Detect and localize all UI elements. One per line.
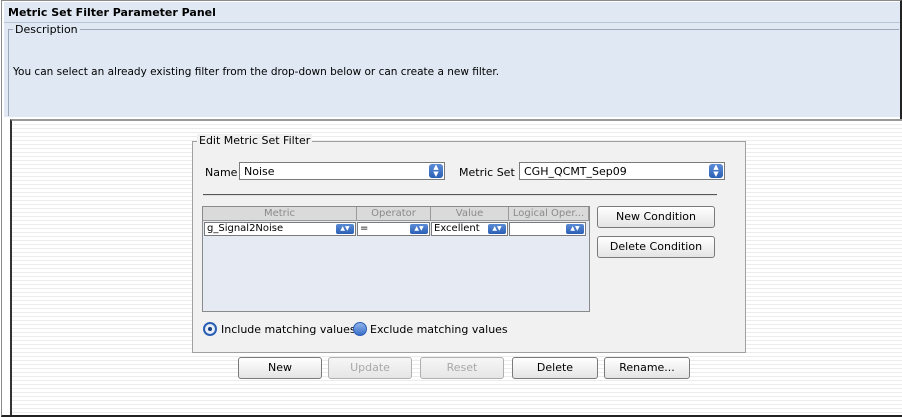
- exclude-matching-label[interactable]: Exclude matching values: [370, 323, 508, 336]
- delete-button[interactable]: Delete: [512, 357, 598, 379]
- update-button[interactable]: Update: [328, 357, 412, 379]
- description-group: Description You can select an already ex…: [8, 23, 899, 116]
- value-cell-dropdown[interactable]: Excellent ▲▼: [431, 222, 508, 236]
- conditions-table[interactable]: Metric Operator Value Logical Oper... g_…: [202, 206, 590, 312]
- parameter-panel: Metric Set Filter Parameter Panel Descri…: [1, 0, 902, 417]
- operator-cell-value: =: [360, 223, 369, 234]
- metric-set-dropdown-value: CGH_QCMT_Sep09: [524, 165, 627, 178]
- metric-set-dropdown[interactable]: CGH_QCMT_Sep09 ▲ ▼: [519, 162, 725, 180]
- metric-cell-value: g_Signal2Noise: [207, 223, 284, 234]
- chevron-updown-icon: ▲▼: [429, 164, 443, 178]
- description-legend: Description: [13, 23, 80, 36]
- column-header-logical-operator[interactable]: Logical Oper...: [509, 207, 589, 221]
- operator-cell-dropdown[interactable]: = ▲▼: [357, 222, 430, 236]
- metric-set-label: Metric Set: [459, 166, 515, 179]
- title-bar: Metric Set Filter Parameter Panel: [4, 2, 900, 23]
- column-header-metric[interactable]: Metric: [203, 207, 357, 221]
- name-label: Name: [205, 166, 238, 179]
- column-header-value[interactable]: Value: [431, 207, 509, 221]
- description-area: Description You can select an already ex…: [4, 23, 900, 117]
- value-cell-value: Excellent: [434, 223, 480, 234]
- edit-metric-set-filter-group: Edit Metric Set Filter Name Noise ▲ ▼ Met…: [192, 134, 746, 353]
- chevron-updown-icon: ▲▼: [709, 164, 723, 178]
- delete-condition-button[interactable]: Delete Condition: [597, 236, 715, 258]
- filter-editor-area: Edit Metric Set Filter Name Noise ▲ ▼ Met…: [10, 119, 902, 415]
- chevron-updown-icon: ▲▼: [336, 224, 354, 234]
- description-text: You can select an already existing filte…: [13, 66, 500, 78]
- chevron-updown-icon: ▲▼: [566, 224, 584, 234]
- edit-filter-legend: Edit Metric Set Filter: [197, 134, 313, 147]
- logical-operator-cell-dropdown[interactable]: ▲▼: [509, 222, 586, 236]
- name-dropdown-value: Noise: [244, 165, 275, 178]
- rename-button[interactable]: Rename...: [604, 357, 690, 379]
- new-condition-button[interactable]: New Condition: [597, 206, 715, 228]
- reset-button[interactable]: Reset: [420, 357, 504, 379]
- column-header-operator[interactable]: Operator: [357, 207, 431, 221]
- separator: [203, 194, 717, 196]
- name-dropdown[interactable]: Noise ▲ ▼: [239, 162, 445, 180]
- include-matching-radio[interactable]: [203, 322, 217, 336]
- metric-cell-dropdown[interactable]: g_Signal2Noise ▲▼: [204, 222, 356, 236]
- new-button[interactable]: New: [238, 357, 322, 379]
- exclude-matching-radio[interactable]: [353, 322, 367, 336]
- include-matching-label[interactable]: Include matching values: [221, 323, 356, 336]
- chevron-updown-icon: ▲▼: [488, 224, 506, 234]
- panel-title: Metric Set Filter Parameter Panel: [8, 6, 216, 19]
- chevron-updown-icon: ▲▼: [410, 224, 428, 234]
